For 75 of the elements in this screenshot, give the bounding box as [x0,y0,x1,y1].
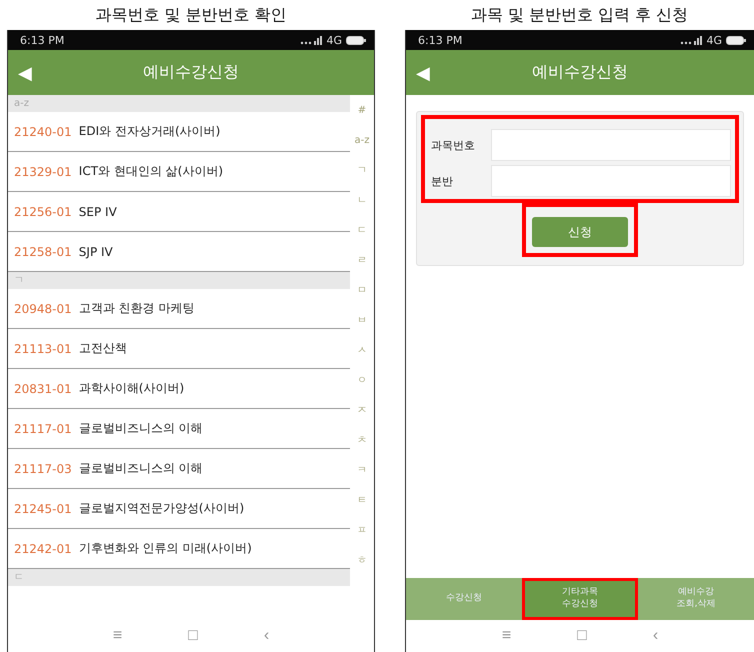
course-code: 20948-01 [14,302,72,316]
section-header: a-z [8,95,350,112]
course-name: 글로벌비즈니스의 이해 [78,460,203,477]
caption: 과목 및 분반번호 입력 후 신청 [470,4,690,26]
field-label: 분반 [431,174,454,188]
index-letter[interactable]: ㅇ [357,371,367,391]
course-row[interactable]: 21256-01 SEP IV [8,192,350,232]
course-row[interactable]: 21245-01 글로벌지역전문가양성(사이버) [8,489,350,529]
course-code: 21117-03 [14,462,72,476]
course-name: ICT와 현대인의 삶(사이버) [78,163,224,180]
index-letter[interactable]: ㄱ [357,161,367,181]
bottom-tab[interactable]: 기타과목 수강신청 [522,578,638,620]
course-code: 20831-01 [14,382,72,396]
course-name: SEP IV [78,204,117,218]
nav-button[interactable]: ≡ [494,627,520,645]
course-code: 21258-01 [14,244,72,258]
apply-button[interactable]: 신청 [532,217,628,247]
course-name: SJP IV [78,244,113,258]
back-button[interactable]: ◀ [406,62,430,84]
course-code: 21117-01 [14,422,72,436]
course-name: 과학사이해(사이버) [78,380,184,397]
index-letter[interactable]: ㄷ [357,221,367,241]
input-field[interactable] [491,165,731,197]
status-time: 6:13 PM [20,34,64,46]
index-letter[interactable]: ㅈ [357,401,367,421]
index-letter[interactable]: ㅍ [357,521,367,541]
nav-button[interactable]: □ [569,627,595,645]
index-letter[interactable]: ㅋ [357,461,367,481]
course-row[interactable]: 21117-01 글로벌비즈니스의 이해 [8,409,350,449]
status-time: 6:13 PM [418,34,462,46]
signal-icon [300,36,322,44]
index-letter[interactable]: ㅎ [357,551,367,571]
signal-icon [680,36,702,44]
section-header: ㄷ [8,569,350,586]
field-label: 과목번호 [431,138,476,152]
course-row[interactable]: 21240-01 EDI와 전자상거래(사이버) [8,112,350,152]
index-letter[interactable]: ㅅ [357,341,367,361]
course-code: 21242-01 [14,542,72,556]
course-row[interactable]: 20948-01 고객과 친환경 마케팅 [8,289,350,329]
course-row[interactable]: 21329-01 ICT와 현대인의 삶(사이버) [8,152,350,192]
index-letter[interactable]: # [358,101,366,121]
course-row[interactable]: 21113-01 고전산책 [8,329,350,369]
index-letter[interactable]: ㄴ [357,191,367,211]
course-name: 고객과 친환경 마케팅 [78,300,194,317]
caption: 과목번호 및 분반번호 확인 [94,4,288,26]
back-button[interactable]: ◀ [8,62,32,84]
course-code: 21240-01 [14,124,72,138]
network-label: 4G [326,34,342,46]
course-name: 고전산책 [78,340,127,357]
nav-button[interactable]: □ [180,627,206,645]
nav-button[interactable]: ≡ [104,627,130,645]
index-letter[interactable]: ㅌ [357,491,367,511]
index-letter[interactable]: ㅂ [357,311,367,331]
course-name: 글로벌비즈니스의 이해 [78,420,203,437]
screen-title: 예비수강신청 [142,62,240,83]
course-row[interactable]: 21117-03 글로벌비즈니스의 이해 [8,449,350,489]
index-letter[interactable]: ㅊ [357,431,367,451]
course-code: 21329-01 [14,164,72,178]
index-letter[interactable]: ㅁ [357,281,367,301]
course-row[interactable]: 20831-01 과학사이해(사이버) [8,369,350,409]
network-label: 4G [706,34,722,46]
course-code: 21256-01 [14,204,72,218]
course-name: 글로벌지역전문가양성(사이버) [78,500,244,517]
index-letter[interactable]: a-z [354,131,370,151]
index-letter[interactable]: ㄹ [357,251,367,271]
screen-title: 예비수강신청 [531,62,629,83]
nav-button[interactable]: ‹ [256,627,278,645]
nav-button[interactable]: ‹ [644,627,666,645]
input-field[interactable] [491,129,731,161]
course-name: EDI와 전자상거래(사이버) [78,123,220,140]
battery-icon [346,36,366,44]
course-name: 기후변화와 인류의 미래(사이버) [78,540,252,557]
course-code: 21245-01 [14,502,72,516]
course-code: 21113-01 [14,342,72,356]
battery-icon [726,36,746,44]
